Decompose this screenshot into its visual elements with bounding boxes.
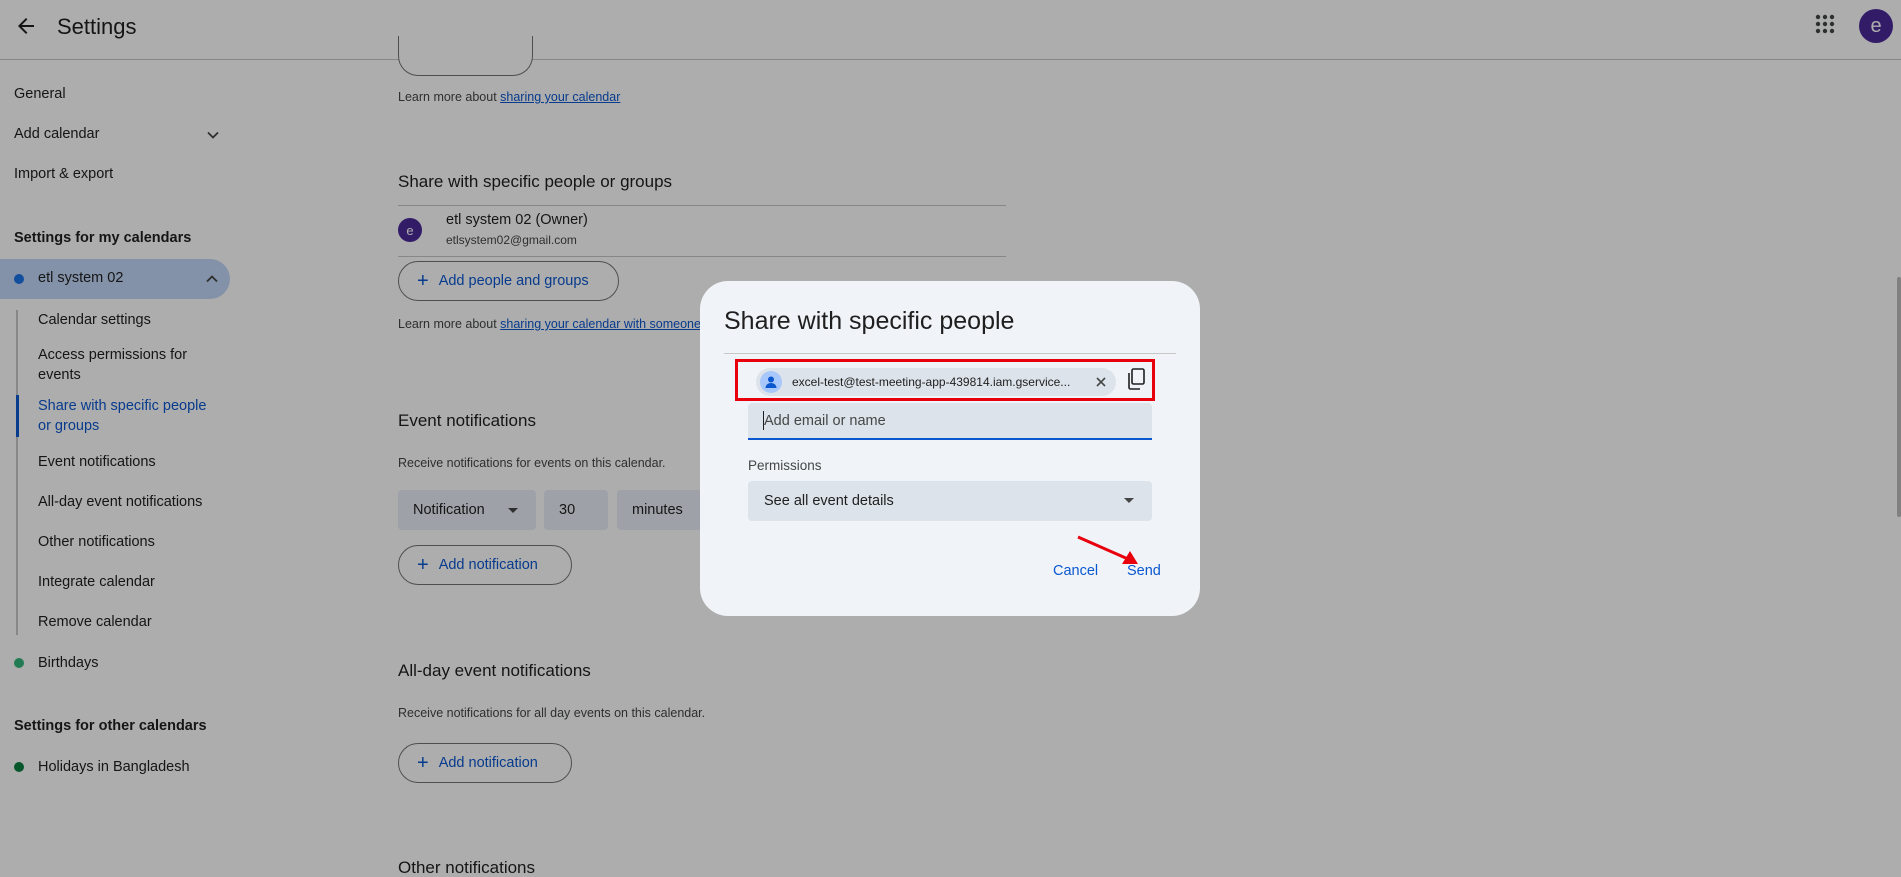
text-caret [763,411,764,430]
dropdown-arrow-icon [1124,498,1134,503]
copy-icon[interactable] [1127,368,1145,390]
divider [724,353,1176,354]
email-input[interactable] [748,403,1152,440]
red-arrow-annotation [1077,535,1138,564]
close-icon[interactable] [1094,375,1108,389]
person-icon [760,371,782,393]
permission-value: See all event details [764,493,894,509]
chip-email: excel-test@test-meeting-app-439814.iam.g… [792,375,1071,389]
dialog-title: Share with specific people [724,307,1015,335]
recipient-chip[interactable]: excel-test@test-meeting-app-439814.iam.g… [756,368,1116,396]
permissions-select[interactable]: See all event details [748,481,1152,521]
permissions-label: Permissions [748,458,822,473]
